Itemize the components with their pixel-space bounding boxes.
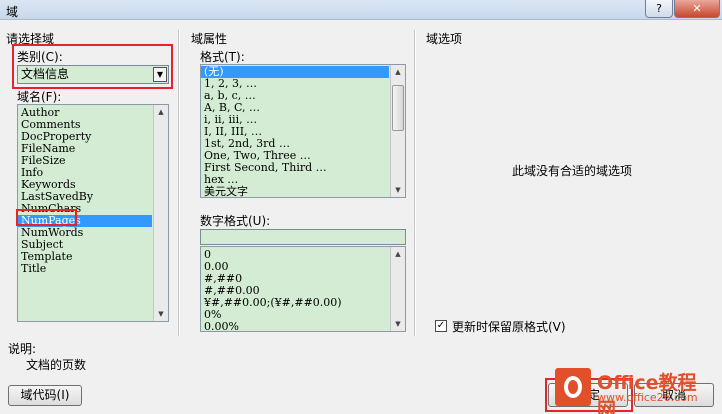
scroll-up-icon[interactable]: ▲ — [391, 247, 405, 261]
number-format-item[interactable]: 0 — [201, 249, 389, 261]
field-list-scrollbar[interactable]: ▲ ▼ — [153, 105, 168, 321]
close-button[interactable]: ✕ — [674, 0, 720, 18]
field-properties-group-label: 域属性 — [191, 32, 228, 46]
field-name-item[interactable]: Title — [18, 263, 152, 275]
office-logo-icon — [555, 368, 591, 406]
preserve-format-label: 更新时保留原格式(V) — [452, 320, 566, 334]
description-text: 文档的页数 — [26, 358, 87, 372]
number-format-scrollbar[interactable]: ▲ ▼ — [390, 247, 405, 331]
field-options-group-label: 域选项 — [426, 32, 463, 46]
scroll-up-icon[interactable]: ▲ — [391, 65, 405, 79]
format-list-scrollbar[interactable]: ▲ ▼ — [390, 65, 405, 197]
number-format-input[interactable] — [200, 229, 406, 245]
check-icon: ✓ — [436, 320, 446, 331]
watermark-url: www.office26.com — [597, 391, 698, 404]
divider — [414, 30, 416, 336]
format-label: 格式(T): — [200, 50, 245, 64]
scroll-down-icon[interactable]: ▼ — [391, 183, 405, 197]
number-format-item[interactable]: ¥#,##0.00;(¥#,##0.00) — [201, 297, 389, 309]
title-bar: 域 ? ✕ — [0, 0, 722, 20]
no-options-text: 此域没有合适的域选项 — [512, 164, 633, 178]
number-format-item[interactable]: 0.00% — [201, 321, 389, 332]
divider — [178, 30, 180, 336]
format-item[interactable]: 美元文字 — [201, 186, 389, 198]
preserve-format-checkbox[interactable]: ✓ — [435, 320, 447, 332]
category-highlight — [12, 44, 173, 89]
scroll-thumb[interactable] — [392, 85, 404, 131]
numpages-highlight — [16, 209, 77, 226]
number-format-list[interactable]: 0 0.00 #,##0 #,##0.00 ¥#,##0.00;(¥#,##0.00) 0… — [200, 246, 406, 332]
format-list[interactable]: (无) 1, 2, 3, … a, b, c, … A, B, C, … i, ii, … — [200, 64, 406, 198]
fieldname-label: 域名(F): — [17, 90, 62, 104]
number-format-label: 数字格式(U): — [200, 214, 271, 228]
scroll-down-icon[interactable]: ▼ — [154, 307, 168, 321]
window-title: 域 — [6, 5, 19, 19]
description-label: 说明: — [8, 342, 37, 356]
office-watermark: Office教程网 www.office26.com — [555, 368, 715, 414]
field-codes-button[interactable]: 域代码(I) — [8, 385, 82, 406]
help-button[interactable]: ? — [645, 0, 673, 18]
scroll-down-icon[interactable]: ▼ — [391, 317, 405, 331]
scroll-up-icon[interactable]: ▲ — [154, 105, 168, 119]
